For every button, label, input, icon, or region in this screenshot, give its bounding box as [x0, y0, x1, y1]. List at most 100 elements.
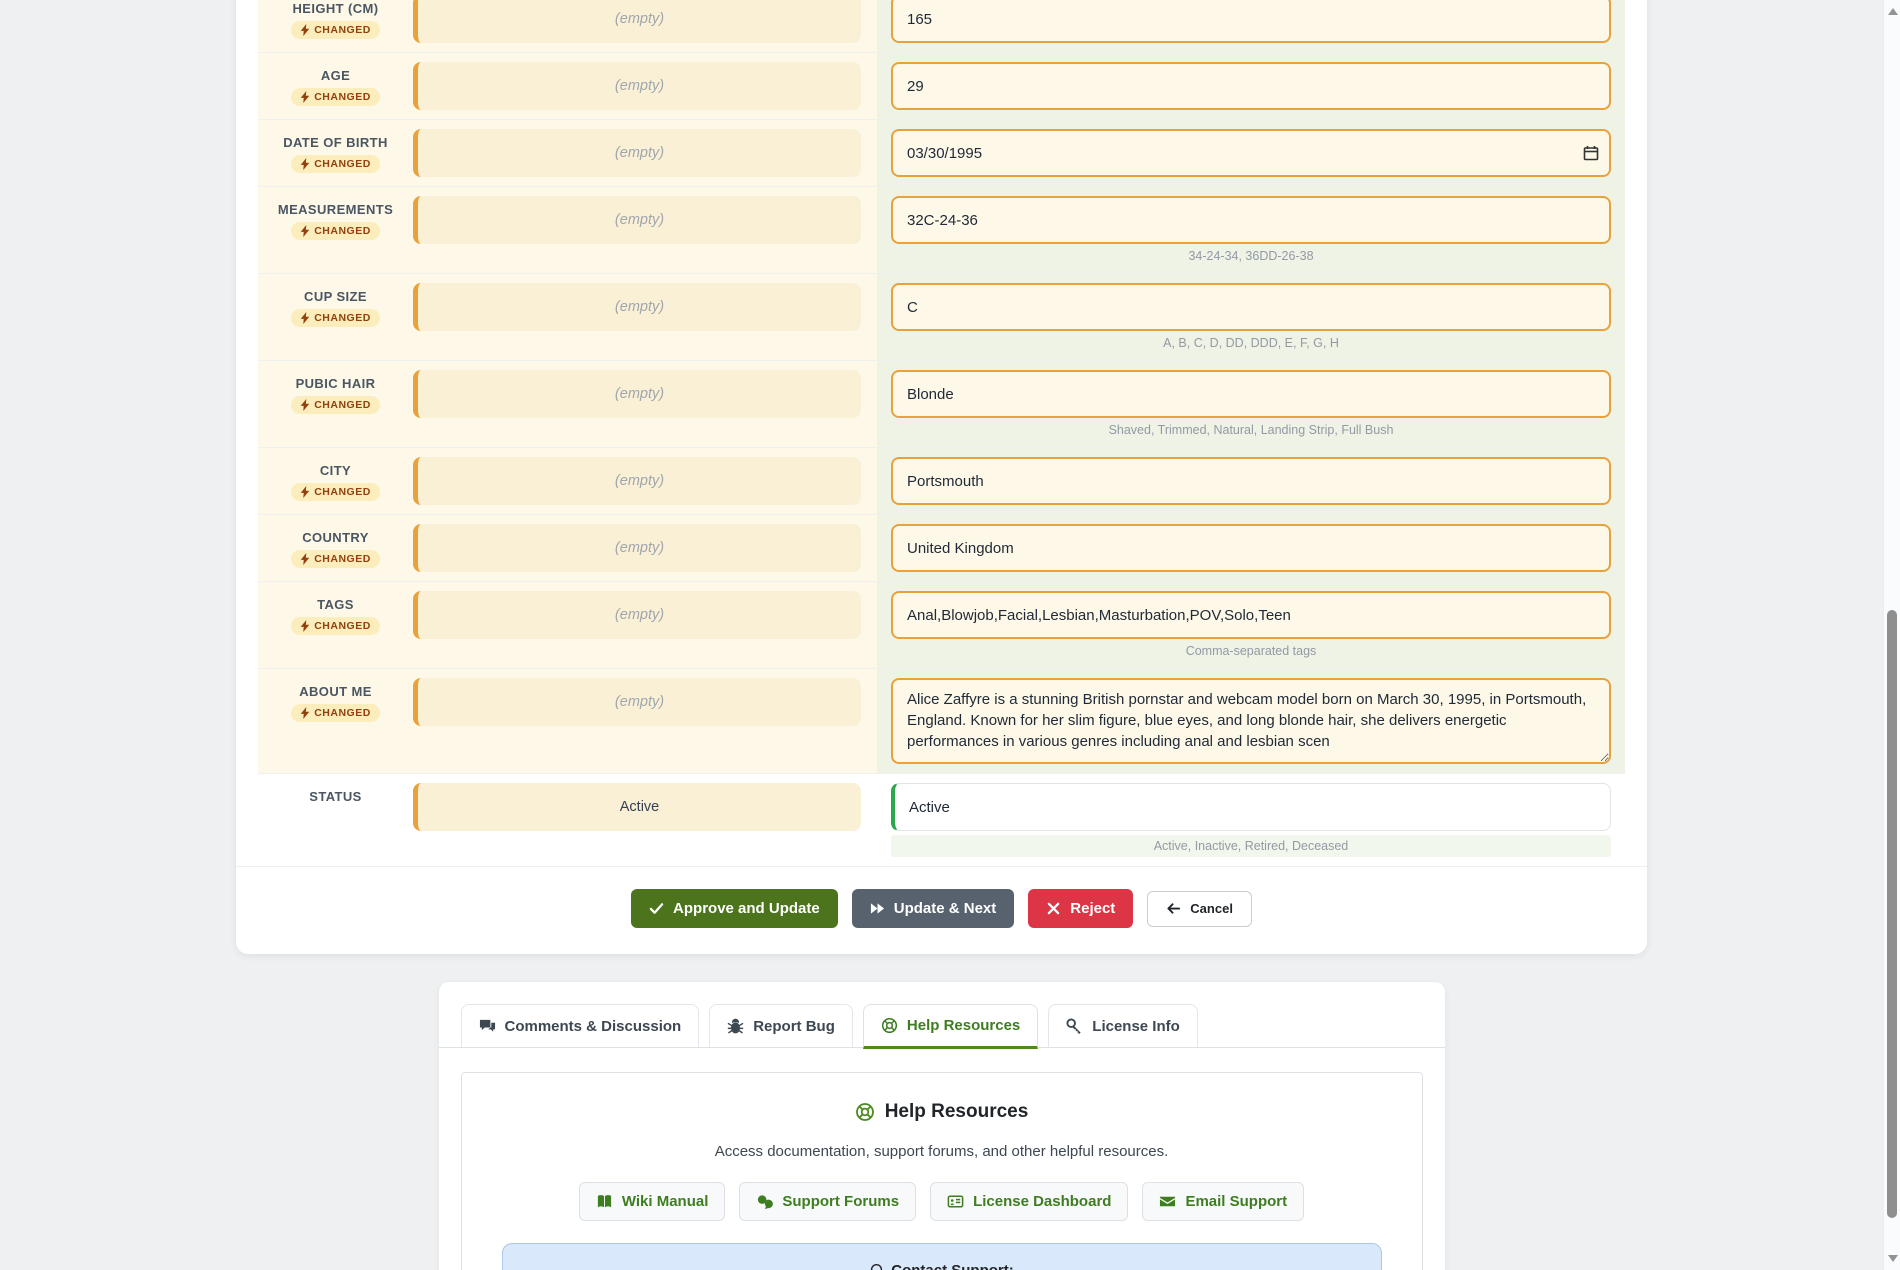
tab-label: Help Resources [907, 1017, 1020, 1034]
panel-title: Help Resources [855, 1101, 1029, 1123]
lightning-icon [300, 486, 310, 498]
tab-report-bug[interactable]: Report Bug [709, 1004, 853, 1047]
cancel-button[interactable]: Cancel [1147, 891, 1252, 927]
resource-button-label: License Dashboard [973, 1193, 1111, 1210]
resource-button-label: Wiki Manual [622, 1193, 709, 1210]
tab-help-resources[interactable]: Help Resources [863, 1004, 1038, 1049]
comments-icon [479, 1018, 496, 1035]
new-value-input[interactable] [891, 129, 1611, 177]
tab-license-info[interactable]: License Info [1048, 1004, 1198, 1047]
scrollbar-thumb[interactable] [1887, 610, 1897, 1218]
form-table: HEIGHT (CM) CHANGED (empty) AGE CHANGED [258, 0, 1625, 866]
new-value-wrap [891, 524, 1611, 572]
new-value-wrap [891, 370, 1611, 418]
email-support-button[interactable]: Email Support [1142, 1182, 1304, 1221]
changed-badge: CHANGED [291, 550, 380, 568]
fast-forward-icon [870, 901, 885, 916]
tab-comments-discussion[interactable]: Comments & Discussion [461, 1004, 700, 1047]
resource-button-label: Email Support [1185, 1193, 1287, 1210]
new-value-wrap [891, 129, 1611, 177]
new-value-wrap [891, 62, 1611, 110]
field-row: PUBIC HAIR CHANGED (empty) Shaved, Trimm… [258, 361, 1625, 448]
changed-badge: CHANGED [291, 617, 380, 635]
new-value-wrap [891, 783, 1611, 831]
vertical-scrollbar[interactable] [1883, 0, 1900, 1270]
new-value-input[interactable] [891, 370, 1611, 418]
changed-badge-label: CHANGED [314, 707, 371, 719]
old-value-text: (empty) [615, 386, 664, 402]
comments-icon [756, 1193, 773, 1210]
resource-button-label: Support Forums [782, 1193, 899, 1210]
contact-heading-line: Contact Support: [519, 1262, 1365, 1270]
tab-label: License Info [1092, 1018, 1180, 1035]
old-value-box: (empty) [413, 457, 861, 505]
field-row: DATE OF BIRTH CHANGED (empty) [258, 120, 1625, 187]
lightning-icon [300, 158, 310, 170]
next-button-label: Update & Next [894, 900, 997, 917]
field-helper: Active, Inactive, Retired, Deceased [891, 835, 1611, 857]
changed-badge-label: CHANGED [314, 312, 371, 324]
new-value-input[interactable] [891, 524, 1611, 572]
field-label: PUBIC HAIR [258, 376, 413, 391]
field-helper: 34-24-34, 36DD-26-38 [891, 248, 1611, 264]
update-and-next-button[interactable]: Update & Next [852, 889, 1015, 928]
approve-and-update-button[interactable]: Approve and Update [631, 889, 838, 928]
field-label: TAGS [258, 597, 413, 612]
field-label: ABOUT ME [258, 684, 413, 699]
x-icon [1046, 901, 1061, 916]
old-value-text: (empty) [615, 299, 664, 315]
new-value-input[interactable] [891, 196, 1611, 244]
help-card: Comments & Discussion Report Bug Help Re… [439, 982, 1445, 1270]
changed-badge: CHANGED [291, 88, 380, 106]
license-dashboard-button[interactable]: License Dashboard [930, 1182, 1128, 1221]
field-label: AGE [258, 68, 413, 83]
lightning-icon [300, 707, 310, 719]
new-value-wrap [891, 678, 1611, 764]
field-label: STATUS [258, 789, 413, 804]
changed-badge-label: CHANGED [314, 399, 371, 411]
approve-button-label: Approve and Update [673, 900, 820, 917]
contact-support-panel: Contact Support: Email: support@comusthu… [502, 1243, 1382, 1270]
contact-heading: Contact Support: [891, 1262, 1013, 1270]
changed-badge-label: CHANGED [314, 24, 371, 36]
new-value-input[interactable] [891, 283, 1611, 331]
book-icon [596, 1193, 613, 1210]
changed-badge-label: CHANGED [314, 620, 371, 632]
wiki-manual-button[interactable]: Wiki Manual [579, 1182, 726, 1221]
old-value-box: (empty) [413, 62, 861, 110]
new-value-input[interactable] [891, 591, 1611, 639]
field-row: CITY CHANGED (empty) [258, 448, 1625, 515]
field-label: DATE OF BIRTH [258, 135, 413, 150]
new-value-textarea[interactable] [891, 678, 1611, 764]
panel-title-text: Help Resources [885, 1101, 1029, 1123]
new-value-input[interactable] [891, 0, 1611, 43]
new-value-input[interactable] [891, 783, 1611, 831]
old-value-box: (empty) [413, 196, 861, 244]
scrollbar-down-arrow[interactable] [1888, 1255, 1898, 1262]
old-value-box: (empty) [413, 370, 861, 418]
changed-badge-label: CHANGED [314, 158, 371, 170]
arrow-left-icon [1166, 901, 1181, 916]
old-value-text: (empty) [615, 607, 664, 623]
tab-bar: Comments & Discussion Report Bug Help Re… [439, 982, 1445, 1048]
old-value-text: (empty) [615, 540, 664, 556]
lightning-icon [300, 24, 310, 36]
scrollbar-up-arrow[interactable] [1888, 8, 1898, 15]
new-value-input[interactable] [891, 62, 1611, 110]
support-forums-button[interactable]: Support Forums [739, 1182, 916, 1221]
old-value-text: (empty) [615, 78, 664, 94]
panel-description: Access documentation, support forums, an… [482, 1143, 1402, 1160]
envelope-icon [1159, 1193, 1176, 1210]
new-value-wrap [891, 0, 1611, 43]
new-value-input[interactable] [891, 457, 1611, 505]
field-row: COUNTRY CHANGED (empty) [258, 515, 1625, 582]
changed-badge-label: CHANGED [314, 553, 371, 565]
old-value-text: Active [620, 799, 660, 815]
changed-badge-label: CHANGED [314, 486, 371, 498]
field-label: COUNTRY [258, 530, 413, 545]
reject-button[interactable]: Reject [1028, 889, 1133, 928]
changed-badge-label: CHANGED [314, 91, 371, 103]
field-row: HEIGHT (CM) CHANGED (empty) [258, 0, 1625, 53]
old-value-box: (empty) [413, 678, 861, 726]
field-helper: Comma-separated tags [891, 643, 1611, 659]
